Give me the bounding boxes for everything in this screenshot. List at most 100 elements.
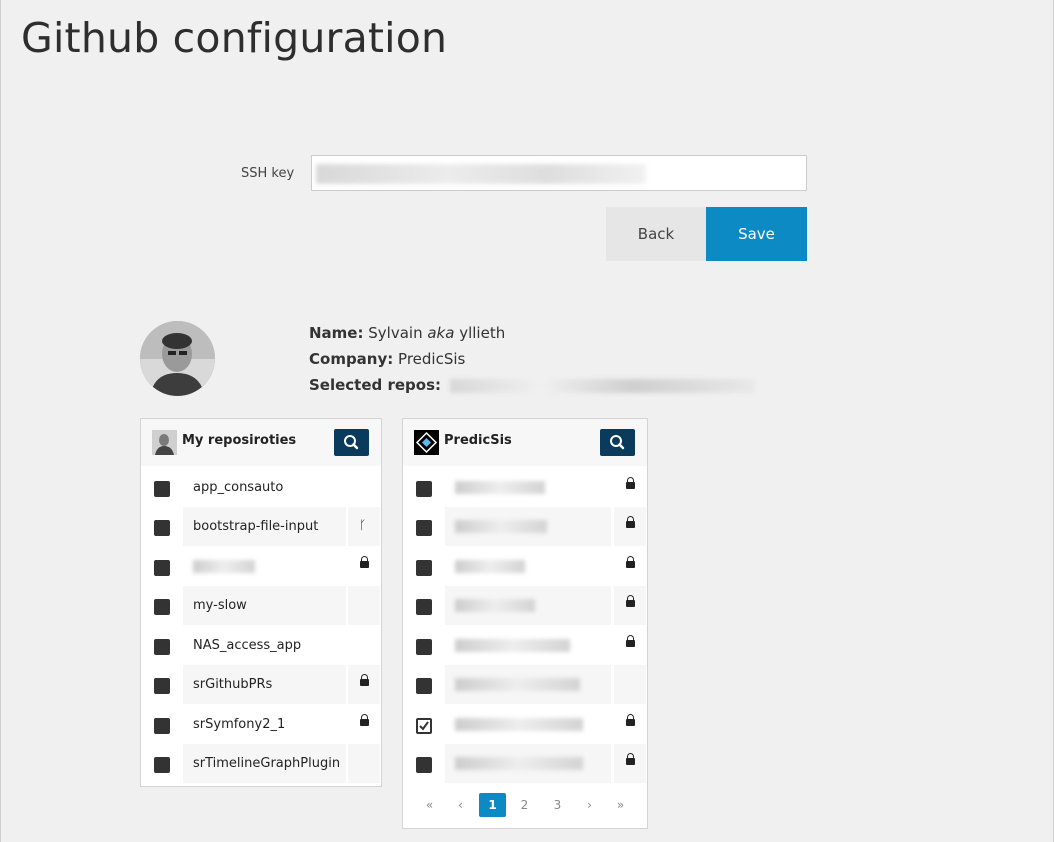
lock-icon: [626, 635, 635, 647]
repo-name: app_consauto: [193, 480, 284, 495]
repo-checkbox[interactable]: [416, 481, 432, 497]
page-title: Github configuration: [21, 14, 448, 62]
pagination-first[interactable]: «: [416, 793, 443, 817]
repo-row: NAS_access_app: [141, 626, 381, 666]
repo-name: [445, 507, 611, 546]
repo-row: srSymfony2_1: [141, 705, 381, 745]
redacted-ssh-key: [316, 164, 646, 184]
repo-checkbox[interactable]: [416, 639, 432, 655]
redacted-repo-name: [455, 520, 547, 533]
pagination-prev[interactable]: ‹: [447, 793, 474, 817]
panel-header: PredicSis: [403, 419, 647, 466]
fork-icon: ᚴ: [359, 518, 367, 532]
name-value: Sylvain: [368, 324, 423, 342]
ssh-key-input[interactable]: [311, 155, 807, 191]
repo-name: [445, 705, 611, 744]
redacted-repo-name: [455, 678, 580, 691]
pagination-page-2[interactable]: 2: [511, 793, 538, 817]
avatar: [140, 321, 215, 396]
repo-checkbox-checked[interactable]: [416, 718, 432, 734]
repo-row: [403, 547, 647, 587]
repo-row: [403, 665, 647, 705]
lock-icon: [626, 477, 635, 489]
pagination-next[interactable]: ›: [576, 793, 603, 817]
panel-title: PredicSis: [444, 433, 512, 448]
repo-name: [445, 744, 611, 783]
repo-row: [141, 547, 381, 587]
repo-row: [403, 507, 647, 547]
lock-icon: [626, 753, 635, 765]
lock-icon: [626, 556, 635, 568]
repo-checkbox[interactable]: [416, 757, 432, 773]
panel-header: My reposiroties: [141, 419, 381, 466]
repo-row: srTimelineGraphPlugin: [141, 744, 381, 784]
username-value: yllieth: [459, 324, 506, 342]
redacted-repo-name: [455, 599, 535, 612]
profile-repos-line: Selected repos:: [309, 376, 755, 394]
profile-company-line: Company: PredicSis: [309, 350, 465, 368]
repo-checkbox[interactable]: [154, 639, 170, 655]
pagination: « ‹ 1 2 3 › »: [403, 791, 647, 821]
repo-checkbox[interactable]: [416, 520, 432, 536]
repo-name: my-slow: [183, 586, 346, 625]
predicsis-logo-icon: [414, 430, 439, 455]
search-icon: [610, 435, 625, 450]
save-button[interactable]: Save: [706, 207, 807, 261]
repo-name: NAS_access_app: [193, 638, 302, 653]
search-button[interactable]: [334, 429, 369, 456]
search-icon: [344, 435, 359, 450]
panel-title: My reposiroties: [182, 433, 297, 448]
repo-row: app_consauto: [141, 468, 381, 508]
ssh-key-label: SSH key: [241, 166, 295, 181]
repo-row: my-slow: [141, 586, 381, 626]
repo-name: [445, 547, 611, 586]
repo-name: srSymfony2_1: [193, 717, 286, 732]
repo-checkbox[interactable]: [154, 599, 170, 615]
repo-checkbox[interactable]: [154, 678, 170, 694]
search-button[interactable]: [600, 429, 635, 456]
company-label: Company:: [309, 350, 394, 368]
redacted-repo-name: [455, 639, 570, 652]
repo-name: [445, 665, 611, 704]
repo-name: srTimelineGraphPlugin: [183, 744, 346, 783]
user-avatar-icon: [152, 430, 177, 455]
redacted-repo-name: [455, 757, 583, 770]
repo-checkbox[interactable]: [154, 481, 170, 497]
lock-icon: [626, 714, 635, 726]
repo-row: [403, 744, 647, 784]
repo-name: [445, 626, 611, 665]
repo-name: [445, 586, 611, 625]
repo-checkbox[interactable]: [416, 678, 432, 694]
redacted-repo-name: [193, 560, 255, 573]
pagination-page-3[interactable]: 3: [544, 793, 571, 817]
repo-row: [403, 705, 647, 745]
pagination-page-1[interactable]: 1: [479, 793, 506, 817]
organization-panel: PredicSis « ‹ 1 2 3 › »: [402, 418, 648, 829]
redacted-repo-name: [455, 560, 525, 573]
redacted-selected-repos: [449, 378, 755, 393]
repo-name: [445, 468, 611, 507]
repo-checkbox[interactable]: [416, 599, 432, 615]
lock-icon: [360, 674, 369, 686]
selected-repos-label: Selected repos:: [309, 376, 442, 394]
lock-icon: [360, 556, 369, 568]
lock-icon: [360, 714, 369, 726]
lock-icon: [626, 595, 635, 607]
repo-row: srGithubPRs: [141, 665, 381, 705]
profile-name-line: Name: Sylvain aka yllieth: [309, 324, 505, 342]
repo-checkbox[interactable]: [154, 718, 170, 734]
name-label: Name:: [309, 324, 364, 342]
lock-icon: [626, 516, 635, 528]
aka-text: aka: [427, 324, 455, 342]
repo-row: [403, 626, 647, 666]
repo-name: [183, 547, 346, 586]
back-button[interactable]: Back: [606, 207, 706, 261]
repo-checkbox[interactable]: [154, 757, 170, 773]
pagination-last[interactable]: »: [607, 793, 634, 817]
repo-checkbox[interactable]: [154, 560, 170, 576]
my-repositories-panel: My reposiroties app_consauto bootstrap-f…: [140, 418, 382, 787]
repo-checkbox[interactable]: [154, 520, 170, 536]
company-value: PredicSis: [398, 350, 466, 368]
repo-name: srGithubPRs: [183, 665, 346, 704]
repo-checkbox[interactable]: [416, 560, 432, 576]
